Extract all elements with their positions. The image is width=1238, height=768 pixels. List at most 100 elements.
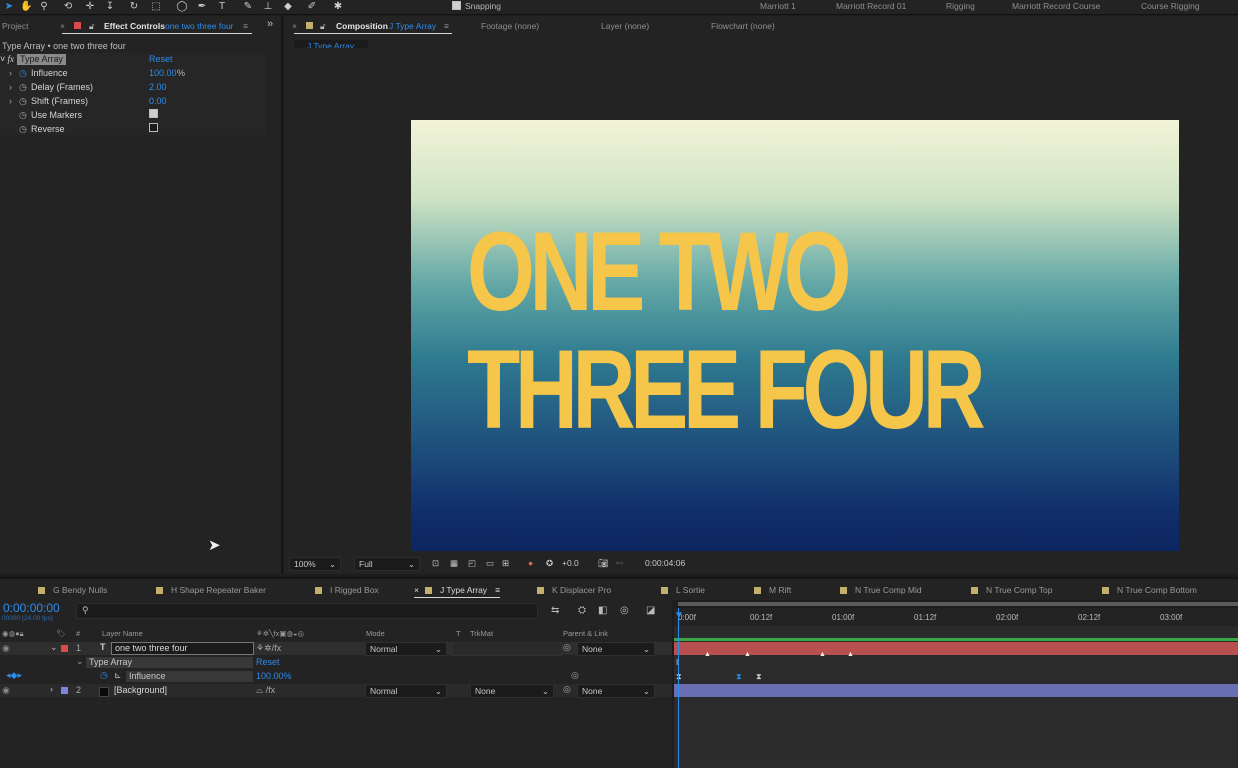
exposure-value[interactable]: +0.0 bbox=[562, 557, 579, 569]
panel-menu-icon[interactable]: ≡ bbox=[243, 20, 248, 32]
guides-icon[interactable]: ▭ bbox=[486, 557, 494, 569]
layer1-track-bar[interactable] bbox=[674, 642, 1238, 655]
layer-label-color[interactable] bbox=[61, 687, 68, 694]
zoom-tool-icon[interactable]: ⚲ bbox=[38, 1, 50, 12]
layer-label-color[interactable] bbox=[61, 645, 68, 652]
show-snapshot-icon[interactable]: ⚯ bbox=[616, 557, 623, 569]
comp-canvas[interactable]: ONE TWO THREE FOUR bbox=[411, 120, 1179, 551]
move-tool-icon[interactable]: ✛ bbox=[84, 1, 96, 12]
fx-icon[interactable]: ˅ fx bbox=[0, 53, 14, 66]
timeline-search-input[interactable]: ⚲ bbox=[76, 603, 538, 619]
workspace-course-rigging[interactable]: Course Rigging bbox=[1141, 0, 1200, 12]
grid-options-icon[interactable]: ⊞ bbox=[502, 557, 509, 569]
stopwatch-icon[interactable]: ◷ bbox=[19, 81, 27, 94]
timeline-tab-n-true-comp-bottom[interactable]: N True Comp Bottom bbox=[1102, 583, 1197, 597]
timeline-tab-h-shape-repeater-baker[interactable]: H Shape Repeater Baker bbox=[156, 583, 266, 597]
workspace-marriott-record-01[interactable]: Marriott Record 01 bbox=[836, 0, 906, 12]
hand-tool-icon[interactable]: ✋ bbox=[20, 1, 32, 12]
color-channels-icon[interactable]: ● bbox=[528, 557, 533, 569]
property-delay-value[interactable]: 2.00 bbox=[149, 81, 167, 94]
reverse-checkbox[interactable] bbox=[149, 123, 158, 136]
shape-tool-icon[interactable]: ◯ bbox=[176, 1, 188, 12]
panel-menu-icon[interactable]: ≡ bbox=[444, 20, 449, 32]
visibility-eye-icon[interactable]: ◉ bbox=[2, 685, 10, 696]
effect-row-name[interactable]: Type Array bbox=[86, 657, 253, 668]
draft-3d-icon[interactable]: ⛭ bbox=[578, 605, 586, 616]
snapping-checkbox[interactable] bbox=[452, 1, 461, 12]
table-row[interactable]: ◉ ⌄ 1 T one two three four ⚘✲/fx Normal ⌄… bbox=[0, 642, 672, 656]
layer-marker[interactable]: ▲ bbox=[847, 651, 854, 658]
timeline-tab-g-bendy-nulls[interactable]: G Bendy Nulls bbox=[38, 583, 107, 597]
layer2-track-bar[interactable] bbox=[674, 684, 1238, 697]
zoom-dropdown[interactable]: 100% ⌄ bbox=[289, 557, 341, 571]
pan-behind-tool-icon[interactable]: ⬚ bbox=[150, 1, 162, 12]
tab-layer[interactable]: Layer (none) bbox=[601, 20, 649, 32]
type-tool-icon[interactable]: T bbox=[216, 1, 228, 12]
stopwatch-icon[interactable]: ◷ bbox=[19, 123, 27, 136]
hide-shy-layers-icon[interactable]: ◧ bbox=[598, 605, 607, 616]
region-of-interest-icon[interactable]: ⊡ bbox=[432, 557, 439, 569]
tab-footage[interactable]: Footage (none) bbox=[481, 20, 539, 32]
resolution-dropdown[interactable]: Full ⌄ bbox=[354, 557, 420, 571]
timeline-tab-n-true-comp-mid[interactable]: N True Comp Mid bbox=[840, 583, 922, 597]
tab-flowchart[interactable]: Flowchart (none) bbox=[711, 20, 775, 32]
layer-name-field[interactable]: one two three four bbox=[111, 642, 254, 655]
tab-composition-name[interactable]: J Type Array bbox=[389, 20, 436, 32]
dolly-tool-icon[interactable]: ↧ bbox=[104, 1, 116, 12]
parent-dropdown[interactable]: None ⌄ bbox=[577, 684, 655, 698]
eraser-tool-icon[interactable]: ◆ bbox=[282, 1, 294, 12]
layer-name[interactable]: [Background] bbox=[114, 685, 167, 695]
table-row[interactable]: ◉ › 2 [Background] ⌓ /fx Normal ⌄ None ⌄ ◎… bbox=[0, 684, 672, 698]
current-time[interactable]: 0:00:00:00 bbox=[3, 601, 60, 615]
timeline-tab-i-rigged-box[interactable]: I Rigged Box bbox=[315, 583, 379, 597]
graph-editor-icon[interactable]: ◪ bbox=[646, 605, 655, 616]
pick-whip-icon[interactable]: ◎ bbox=[563, 684, 571, 695]
close-icon[interactable]: × bbox=[60, 20, 65, 32]
comp-mini-flowchart-icon[interactable]: ⇆ bbox=[551, 605, 559, 616]
tab-effect-controls[interactable]: Effect Controls bbox=[104, 20, 165, 32]
viewer-timecode[interactable]: 0:00:04:06 bbox=[645, 557, 685, 569]
stopwatch-icon[interactable]: ◷ bbox=[19, 95, 27, 108]
trkmat-dropdown[interactable] bbox=[452, 642, 562, 656]
effect-row-reset[interactable]: Reset bbox=[256, 657, 280, 667]
tab-composition[interactable]: Composition bbox=[336, 20, 388, 32]
reset-link[interactable]: Reset bbox=[149, 53, 173, 66]
expand-layer-icon[interactable]: › bbox=[50, 684, 53, 694]
tab-effect-controls-layer[interactable]: one two three four bbox=[165, 20, 234, 32]
snapshot-camera-icon[interactable]: 📷︎ bbox=[598, 557, 609, 569]
timeline-tab-m-rift[interactable]: M Rift bbox=[754, 583, 791, 597]
keyframe-icon[interactable]: ⧗ bbox=[736, 672, 742, 682]
puppet-tool-icon[interactable]: ✱ bbox=[332, 1, 344, 12]
workspace-marriott-record-course[interactable]: Marriott Record Course bbox=[1012, 0, 1100, 12]
timeline-tab-j-type-array[interactable]: × J Type Array ≡ bbox=[414, 583, 501, 598]
mode-dropdown[interactable]: Normal ⌄ bbox=[365, 684, 447, 698]
timeline-tab-l-sortie[interactable]: L Sortie bbox=[661, 583, 705, 597]
time-ruler[interactable]: 0:00f 00:12f 01:00f 01:12f 02:00f 02:12f… bbox=[674, 608, 1238, 626]
layer-marker[interactable]: ▲ bbox=[819, 651, 826, 658]
expand-delay-icon[interactable]: › bbox=[9, 81, 12, 94]
expression-pick-whip-icon[interactable]: ◎ bbox=[571, 670, 579, 681]
property-influence-value[interactable]: 100.00 bbox=[149, 67, 177, 80]
frame-blending-icon[interactable]: ◎ bbox=[620, 605, 629, 616]
brush-tool-icon[interactable]: ✎ bbox=[242, 1, 254, 12]
pen-tool-icon[interactable]: ✒ bbox=[196, 1, 208, 12]
roto-brush-tool-icon[interactable]: ✐ bbox=[306, 1, 318, 12]
selection-tool-icon[interactable]: ➤ bbox=[3, 1, 15, 12]
stopwatch-active-icon[interactable]: ◷ bbox=[19, 67, 27, 80]
layer-marker[interactable]: ▲ bbox=[744, 651, 751, 658]
lock-icon[interactable]: 🔓︎ bbox=[320, 20, 326, 32]
lock-icon[interactable]: 🔓︎ bbox=[89, 20, 95, 32]
parent-dropdown[interactable]: None ⌄ bbox=[577, 642, 655, 656]
timeline-tracks[interactable]: 0:00f 00:12f 01:00f 01:12f 02:00f 02:12f… bbox=[674, 600, 1238, 768]
playhead-line[interactable] bbox=[678, 608, 679, 768]
keyframe-icon[interactable]: ⧗ bbox=[756, 672, 762, 682]
expand-shift-icon[interactable]: › bbox=[9, 95, 12, 108]
mode-dropdown[interactable]: Normal ⌄ bbox=[365, 642, 447, 656]
composition-viewer[interactable]: ONE TWO THREE FOUR bbox=[284, 48, 1238, 568]
workspace-marriott-1[interactable]: Marriott 1 bbox=[760, 0, 796, 12]
col-layer-name[interactable]: Layer Name bbox=[102, 629, 143, 638]
orbit-tool-icon[interactable]: ⟲ bbox=[62, 1, 74, 12]
layer-switches-icon[interactable]: ⚘✲/fx bbox=[256, 643, 281, 654]
pick-whip-icon[interactable]: ◎ bbox=[563, 642, 571, 653]
timeline-tab-k-displacer-pro[interactable]: K Displacer Pro bbox=[537, 583, 611, 597]
